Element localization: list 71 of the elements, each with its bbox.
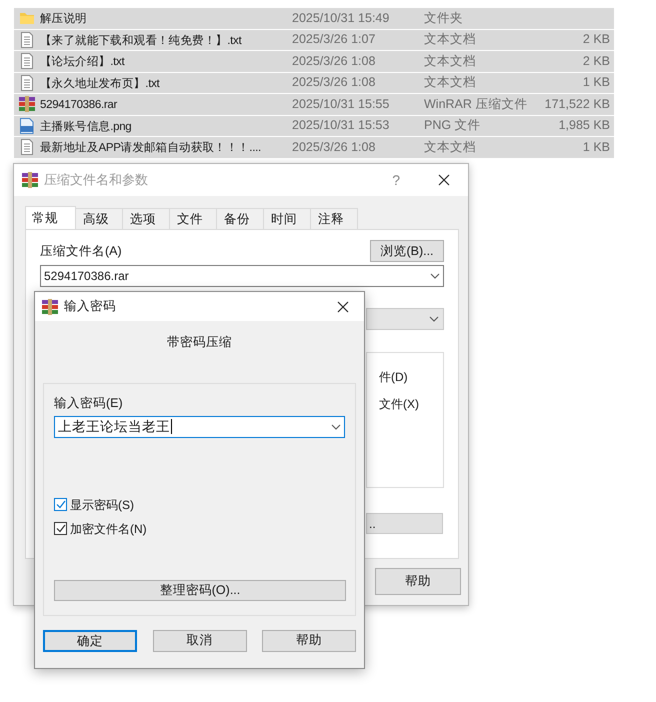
file-type: 文本文档	[424, 52, 477, 70]
file-date: 2025/3/26 1:07	[292, 31, 376, 48]
button[interactable]: ..	[366, 513, 443, 534]
file-type: 文本文档	[424, 74, 477, 92]
dialog-button[interactable]: 帮助	[262, 630, 356, 652]
document-icon	[20, 139, 34, 156]
chevron-icon	[429, 316, 439, 322]
file-row[interactable]: 【永久地址发布页】.txt 2025/3/26 1:08 文本文档 1 KB	[14, 72, 614, 94]
checkbox-label: 加密文件名(N)	[70, 520, 147, 538]
file-name: 【永久地址发布页】.txt	[40, 78, 160, 90]
checkbox[interactable]	[54, 498, 67, 511]
window-title: 压缩文件名和参数	[44, 171, 148, 190]
help-button[interactable]: 帮助	[375, 568, 461, 595]
file-type: 文本文档	[424, 138, 477, 156]
file-size: 1 KB	[582, 74, 611, 92]
file-row[interactable]: 5294170386.rar 2025/10/31 15:55 WinRAR 压缩文件 171,522 KB	[14, 94, 614, 116]
chevron-icon	[430, 273, 440, 279]
option-label: 文件(X)	[379, 397, 419, 411]
window-title: 输入密码	[64, 298, 116, 316]
dialog-heading: 带密码压缩	[167, 334, 232, 351]
document-icon	[20, 74, 34, 91]
chevron-icon	[331, 424, 341, 430]
file-date: 2025/3/26 1:08	[292, 52, 376, 70]
file-size: 1,985 KB	[558, 117, 611, 134]
close-icon	[337, 300, 349, 312]
file-size: 1 KB	[582, 138, 611, 156]
file-date: 2025/10/31 15:55	[292, 96, 390, 113]
dialog-button[interactable]: 确定	[43, 630, 137, 652]
file-type: PNG 文件	[424, 117, 482, 134]
checkbox-label: 显示密码(S)	[70, 496, 134, 514]
file-name: 解压说明	[40, 13, 87, 26]
file-name: 【来了就能下载和观看！纯免费！】.txt	[40, 34, 242, 47]
file-type: 文本文档	[424, 31, 477, 48]
app-icon	[22, 172, 38, 188]
app-icon	[42, 298, 58, 314]
file-type: 文件夹	[424, 10, 464, 27]
tab[interactable]: 常规	[25, 206, 76, 230]
file-date: 2025/3/26 1:08	[292, 138, 376, 156]
browse-button[interactable]: 浏览(B)...	[370, 240, 444, 262]
file-name: 【论坛介绍】.txt	[40, 56, 124, 68]
file-type: WinRAR 压缩文件	[424, 96, 528, 113]
file-size: 2 KB	[582, 31, 611, 48]
books-icon	[19, 96, 35, 112]
file-size: 171,522 KB	[544, 96, 611, 113]
file-row[interactable]: 【论坛介绍】.txt 2025/3/26 1:08 文本文档 2 KB	[14, 51, 614, 72]
field-label: 输入密码(E)	[54, 394, 123, 412]
file-date: 2025/10/31 15:49	[292, 10, 390, 27]
document-icon	[20, 32, 34, 48]
close-icon	[438, 174, 450, 186]
checkbox[interactable]	[54, 522, 67, 535]
field-label: 压缩文件名(A)	[40, 243, 122, 260]
filename-combobox[interactable]: 5294170386.rar	[40, 265, 444, 287]
document-icon	[20, 53, 34, 70]
dialog-button[interactable]: 取消	[152, 630, 246, 652]
file-row[interactable]: 最新地址及APP请发邮箱自动获取！！！.... 2025/3/26 1:08 文本文档 1 KB	[14, 137, 614, 158]
image-file-icon	[20, 118, 34, 134]
password-combobox[interactable]: 上老王论坛当老王	[54, 416, 345, 438]
folder-icon	[19, 11, 35, 26]
file-row[interactable]: 主播账号信息.png 2025/10/31 15:53 PNG 文件 1,985 KB	[14, 116, 614, 137]
file-name: 主播账号信息.png	[40, 120, 132, 133]
file-size: 2 KB	[582, 52, 611, 70]
file-row[interactable]: 解压说明 2025/10/31 15:49 文件夹	[14, 8, 614, 30]
file-date: 2025/10/31 15:53	[292, 117, 390, 134]
file-date: 2025/3/26 1:08	[292, 74, 376, 92]
file-name: 最新地址及APP请发邮箱自动获取！！！....	[40, 142, 261, 154]
option-label: 件(D)	[379, 370, 408, 384]
tab[interactable]: 注释	[310, 208, 358, 229]
file-name: 5294170386.rar	[40, 99, 118, 112]
organize-passwords-button[interactable]: 整理密码(O)...	[54, 580, 346, 601]
help-icon[interactable]: ?	[392, 170, 400, 190]
file-row[interactable]: 【来了就能下载和观看！纯免费！】.txt 2025/3/26 1:07 文本文档 2 KB	[14, 30, 614, 51]
